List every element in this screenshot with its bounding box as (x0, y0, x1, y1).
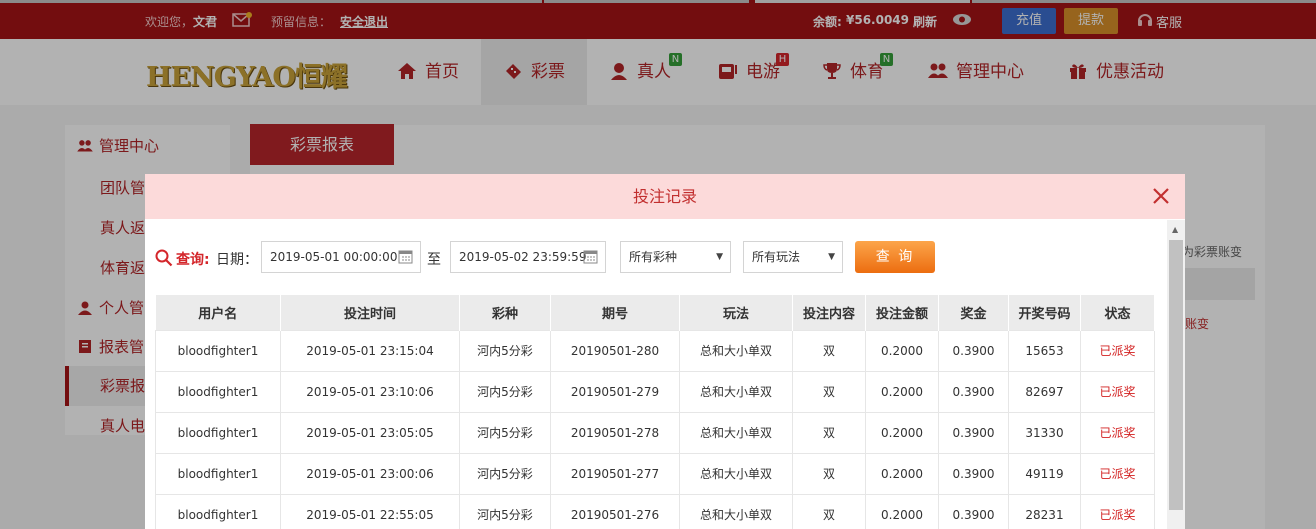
column-header: 投注内容 (792, 295, 866, 330)
cell-username: bloodfighter1 (155, 493, 281, 529)
cell-prize: 0.3900 (938, 411, 1009, 454)
cell-bet-time: 2019-05-01 23:00:06 (280, 452, 460, 495)
date-to-input[interactable]: 2019-05-02 23:59:59 (450, 241, 606, 273)
column-header: 彩种 (459, 295, 551, 330)
cell-content: 双 (792, 411, 866, 454)
cell-prize: 0.3900 (938, 370, 1009, 413)
cell-amount: 0.2000 (865, 493, 939, 529)
calendar-icon[interactable] (583, 249, 598, 264)
cell-lottery: 河内5分彩 (459, 493, 551, 529)
cell-issue: 20190501-277 (550, 452, 680, 495)
cell-amount: 0.2000 (865, 452, 939, 495)
cell-status: 已派奖 (1080, 493, 1155, 529)
to-label: 至 (427, 252, 441, 268)
cell-issue: 20190501-278 (550, 411, 680, 454)
query-bar: 查询: 日期： 2019-05-01 00:00:00 至 2019-05-02… (145, 238, 1167, 274)
cell-prize: 0.3900 (938, 493, 1009, 529)
modal-title: 投注记录 (632, 187, 697, 206)
bet-record-table: 用户名 投注时间 彩种 期号 玩法 投注内容 投注金额 奖金 开奖号码 状态 b… (155, 295, 1155, 529)
cell-status: 已派奖 (1080, 370, 1155, 413)
cell-draw-number: 82697 (1008, 370, 1081, 413)
cell-amount: 0.2000 (865, 411, 939, 454)
column-header: 状态 (1080, 295, 1155, 330)
cell-play: 总和大小单双 (679, 493, 793, 529)
table-row[interactable]: bloodfighter1 2019-05-01 23:00:06 河内5分彩 … (155, 452, 1155, 495)
scrollbar-thumb[interactable] (1169, 240, 1183, 510)
cell-status: 已派奖 (1080, 452, 1155, 495)
cell-bet-time: 2019-05-01 23:10:06 (280, 370, 460, 413)
cell-draw-number: 15653 (1008, 329, 1081, 372)
cell-amount: 0.2000 (865, 329, 939, 372)
query-label: 查询: (176, 252, 210, 268)
chevron-down-icon: ▼ (716, 252, 723, 262)
cell-play: 总和大小单双 (679, 452, 793, 495)
cell-lottery: 河内5分彩 (459, 452, 551, 495)
cell-amount: 0.2000 (865, 370, 939, 413)
search-icon (155, 249, 173, 267)
cell-lottery: 河内5分彩 (459, 370, 551, 413)
cell-lottery: 河内5分彩 (459, 411, 551, 454)
table-row[interactable]: bloodfighter1 2019-05-01 23:15:04 河内5分彩 … (155, 329, 1155, 372)
cell-draw-number: 28231 (1008, 493, 1081, 529)
cell-username: bloodfighter1 (155, 411, 281, 454)
cell-username: bloodfighter1 (155, 329, 281, 372)
cell-status: 已派奖 (1080, 329, 1155, 372)
cell-content: 双 (792, 370, 866, 413)
cell-issue: 20190501-280 (550, 329, 680, 372)
cell-bet-time: 2019-05-01 23:15:04 (280, 329, 460, 372)
column-header: 奖金 (938, 295, 1009, 330)
lottery-type-select[interactable]: 所有彩种 ▼ (620, 241, 731, 273)
table-row[interactable]: bloodfighter1 2019-05-01 23:05:05 河内5分彩 … (155, 411, 1155, 454)
cell-username: bloodfighter1 (155, 370, 281, 413)
cell-prize: 0.3900 (938, 329, 1009, 372)
cell-play: 总和大小单双 (679, 370, 793, 413)
column-header: 玩法 (679, 295, 793, 330)
column-header: 期号 (550, 295, 680, 330)
cell-play: 总和大小单双 (679, 329, 793, 372)
page: 欢迎您，文君 预留信息： 安全退出 余额: ¥56.0049 刷新 充值 提款 … (0, 0, 1316, 529)
cell-bet-time: 2019-05-01 22:55:05 (280, 493, 460, 529)
cell-status: 已派奖 (1080, 411, 1155, 454)
date-label: 日期： (216, 252, 258, 268)
column-header: 投注金额 (865, 295, 939, 330)
cell-prize: 0.3900 (938, 452, 1009, 495)
column-header: 用户名 (155, 295, 281, 330)
table-row[interactable]: bloodfighter1 2019-05-01 23:10:06 河内5分彩 … (155, 370, 1155, 413)
play-type-select[interactable]: 所有玩法 ▼ (743, 241, 843, 273)
cell-content: 双 (792, 452, 866, 495)
chevron-down-icon: ▼ (828, 252, 835, 262)
bet-record-modal: 投注记录 查询: 日期： 2019-05-01 00:00:00 至 2019-… (145, 174, 1185, 529)
cell-lottery: 河内5分彩 (459, 329, 551, 372)
query-button[interactable]: 查 询 (855, 241, 935, 273)
cell-issue: 20190501-276 (550, 493, 680, 529)
modal-scrollbar[interactable]: ▲ (1167, 220, 1185, 529)
table-header-row: 用户名 投注时间 彩种 期号 玩法 投注内容 投注金额 奖金 开奖号码 状态 (155, 295, 1155, 330)
table-row[interactable]: bloodfighter1 2019-05-01 22:55:05 河内5分彩 … (155, 493, 1155, 529)
cell-draw-number: 49119 (1008, 452, 1081, 495)
cell-content: 双 (792, 493, 866, 529)
date-from-input[interactable]: 2019-05-01 00:00:00 (261, 241, 421, 273)
scroll-up-icon[interactable]: ▲ (1172, 225, 1178, 234)
close-icon[interactable] (1151, 186, 1171, 206)
cell-bet-time: 2019-05-01 23:05:05 (280, 411, 460, 454)
cell-username: bloodfighter1 (155, 452, 281, 495)
modal-header: 投注记录 (145, 174, 1185, 219)
calendar-icon[interactable] (398, 249, 413, 264)
cell-play: 总和大小单双 (679, 411, 793, 454)
column-header: 投注时间 (280, 295, 460, 330)
cell-draw-number: 31330 (1008, 411, 1081, 454)
cell-issue: 20190501-279 (550, 370, 680, 413)
column-header: 开奖号码 (1008, 295, 1081, 330)
cell-content: 双 (792, 329, 866, 372)
